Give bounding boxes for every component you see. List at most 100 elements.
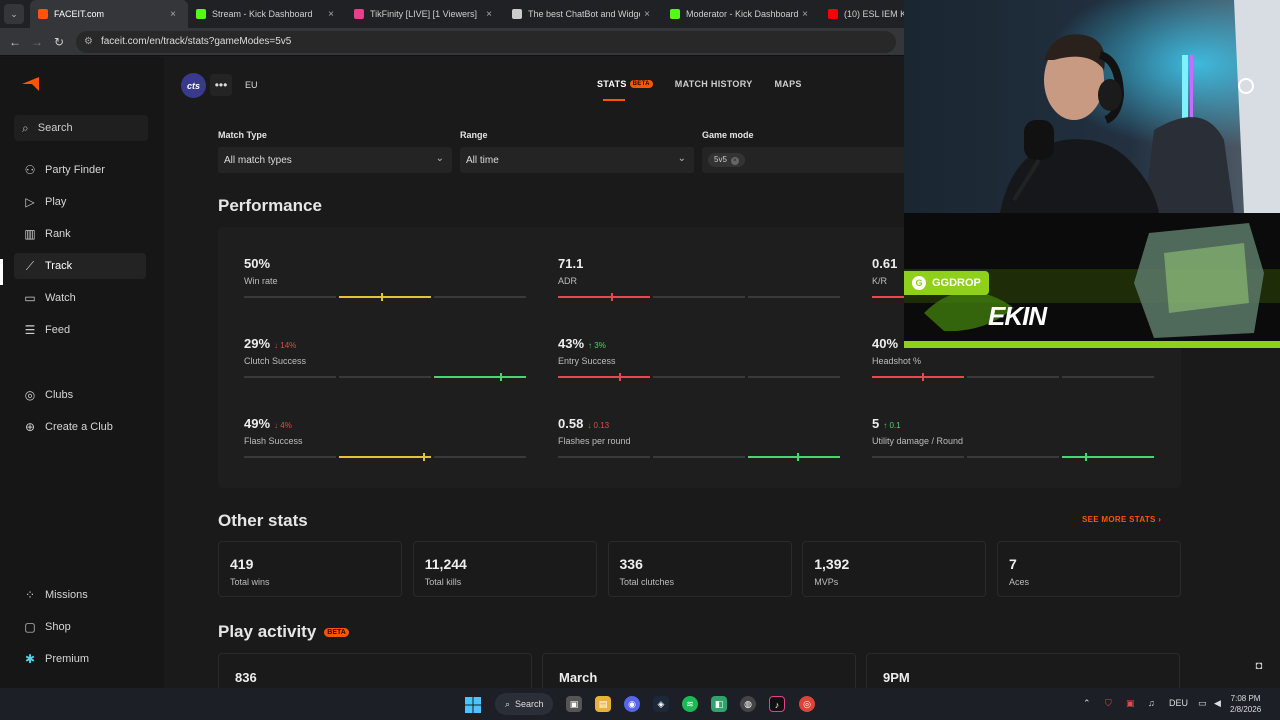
- sidebar-item-watch[interactable]: ▭ Watch: [14, 285, 146, 311]
- search-placeholder: Search: [37, 122, 73, 134]
- language-indicator[interactable]: DEU: [1169, 698, 1188, 708]
- back-button[interactable]: ←: [4, 35, 26, 49]
- stat-flashes-per-round: 0.58 ↓ 0.13 Flashes per round: [558, 416, 840, 476]
- tab-stats[interactable]: STATS BETA: [597, 79, 653, 101]
- url-field[interactable]: ⚙ faceit.com/en/track/stats?gameModes=5v…: [76, 30, 896, 53]
- stats-tabs: STATS BETA MATCH HISTORY MAPS: [597, 79, 824, 101]
- stat-number: 49%: [244, 416, 271, 431]
- sidebar-item-play[interactable]: ▷ Play: [14, 189, 146, 215]
- stat-rating-bar: [244, 293, 526, 301]
- stat-card-value: 419: [230, 556, 254, 572]
- stat-number: 29%: [244, 336, 271, 351]
- sponsor-name: EKIN: [988, 301, 1047, 331]
- sponsor-logo-icon: G: [912, 276, 926, 290]
- faceit-logo-icon[interactable]: [22, 77, 40, 91]
- extension-icon[interactable]: ◘: [1251, 660, 1267, 676]
- browser-tab[interactable]: The best ChatBot and Widgets ×: [504, 0, 662, 28]
- discord-icon[interactable]: ◉: [624, 696, 640, 712]
- close-icon[interactable]: ×: [324, 9, 338, 20]
- sidebar-item-clubs[interactable]: ◎ Clubs: [14, 382, 146, 408]
- browser-tab[interactable]: Stream - Kick Dashboard ×: [188, 0, 346, 28]
- site-info-icon[interactable]: ⚙: [84, 36, 93, 47]
- game-mode-select[interactable]: 5v5 ×: [702, 147, 922, 173]
- sidebar-item-premium[interactable]: ✱ Premium: [14, 646, 146, 672]
- stat-value: 29% ↓ 14%: [244, 336, 296, 351]
- clock[interactable]: 7:08 PM 2/8/2026: [1230, 693, 1261, 715]
- close-icon[interactable]: ×: [798, 9, 812, 20]
- sidebar-item-label: Rank: [45, 228, 71, 240]
- tab-maps[interactable]: MAPS: [775, 79, 802, 89]
- game-mode-chip[interactable]: 5v5 ×: [708, 153, 745, 167]
- sidebar-item-feed[interactable]: ☰ Feed: [14, 317, 146, 343]
- reload-button[interactable]: ↻: [48, 35, 70, 49]
- remove-chip-icon[interactable]: ×: [730, 157, 739, 165]
- windows-start-icon[interactable]: [465, 697, 481, 713]
- webcam-overlay: [904, 0, 1280, 213]
- forward-button[interactable]: →: [26, 35, 48, 49]
- url-text: faceit.com/en/track/stats?gameModes=5v5: [100, 36, 292, 47]
- steam-icon[interactable]: ◈: [653, 696, 669, 712]
- tray-shield-icon[interactable]: ⛉: [1105, 698, 1112, 709]
- rating-segment: [872, 456, 964, 458]
- sidebar-item-track[interactable]: ⟋ Track: [14, 253, 146, 279]
- browser-tab[interactable]: Moderator - Kick Dashboard ×: [662, 0, 820, 28]
- file-explorer-icon[interactable]: ▤: [595, 696, 611, 712]
- tab-search-button[interactable]: ⌄: [4, 4, 24, 24]
- sidebar-item-create-a-club[interactable]: ⊕ Create a Club: [14, 414, 146, 440]
- rating-segment: [339, 376, 431, 378]
- match-type-select[interactable]: All match types ⌄: [218, 147, 452, 173]
- stat-number: 0.61: [872, 256, 898, 271]
- stat-delta-value: 0.13: [593, 421, 610, 430]
- rating-segment: [339, 296, 431, 298]
- obs-app-icon[interactable]: ◧: [711, 696, 727, 712]
- rating-segment: [653, 296, 745, 298]
- close-icon[interactable]: ×: [640, 9, 654, 20]
- stat-card-value: 1,392: [814, 556, 850, 572]
- range-select[interactable]: All time ⌄: [460, 147, 694, 173]
- track-icon: ⟋: [25, 258, 35, 273]
- close-icon[interactable]: ×: [482, 9, 496, 20]
- stat-delta-value: 3%: [594, 341, 606, 350]
- sponsor-badge: G GGDROP: [904, 271, 989, 295]
- sidebar-item-shop[interactable]: ▢ Shop: [14, 614, 146, 640]
- rating-marker: [796, 453, 799, 461]
- tab-match-history[interactable]: MATCH HISTORY: [675, 79, 753, 89]
- search-icon: ⌕: [505, 698, 511, 709]
- active-nav-indicator: [0, 259, 3, 285]
- more-options-button[interactable]: •••: [210, 74, 232, 96]
- volume-icon[interactable]: ◀: [1214, 698, 1221, 709]
- search-input[interactable]: ⌕ Search: [14, 115, 148, 141]
- close-icon[interactable]: ×: [166, 9, 180, 20]
- stat-label: Win rate: [244, 276, 278, 286]
- avatar[interactable]: cts: [181, 73, 206, 98]
- browser-tab[interactable]: FACEIT.com ×: [30, 0, 188, 28]
- sidebar-item-label: Premium: [45, 653, 90, 665]
- microphone-icon[interactable]: ♫: [1148, 698, 1155, 708]
- rating-segment: [748, 456, 840, 458]
- network-icon[interactable]: ▭: [1198, 698, 1207, 709]
- sidebar-item-rank[interactable]: ▥ Rank: [14, 221, 146, 247]
- task-view-icon[interactable]: ▣: [566, 696, 582, 712]
- stat-number: 50%: [244, 256, 271, 271]
- tray-expand-icon[interactable]: ⌃: [1083, 698, 1091, 709]
- taskbar-search[interactable]: ⌕ Search: [495, 693, 553, 715]
- tiktok-icon[interactable]: ♪: [769, 696, 785, 712]
- activity-value: 836: [235, 670, 257, 685]
- app-icon[interactable]: ◍: [740, 696, 756, 712]
- browser-tab[interactable]: TikFinity [LIVE] [1 Viewers] ×: [346, 0, 504, 28]
- see-more-stats-link[interactable]: SEE MORE STATS ›: [1082, 515, 1161, 524]
- stat-card-label: MVPs: [814, 577, 839, 587]
- chrome-icon[interactable]: ◎: [799, 696, 815, 712]
- stat-value: 43% ↑ 3%: [558, 336, 606, 351]
- stat-delta-value: 4%: [280, 421, 292, 430]
- play-activity-label: Play activity: [218, 622, 317, 641]
- tray-app-icon[interactable]: ▣: [1126, 698, 1135, 709]
- spotify-icon[interactable]: ≋: [682, 696, 698, 712]
- stat-value: 0.61: [872, 256, 897, 271]
- tab-favicon-icon: [38, 9, 48, 19]
- sidebar-item-label: Play: [45, 196, 67, 208]
- sidebar-item-party-finder[interactable]: ⚇ Party Finder: [14, 157, 146, 183]
- activity-value: 9PM: [883, 670, 910, 685]
- sidebar-item-missions[interactable]: ⁘ Missions: [14, 582, 146, 608]
- rating-marker: [610, 293, 613, 301]
